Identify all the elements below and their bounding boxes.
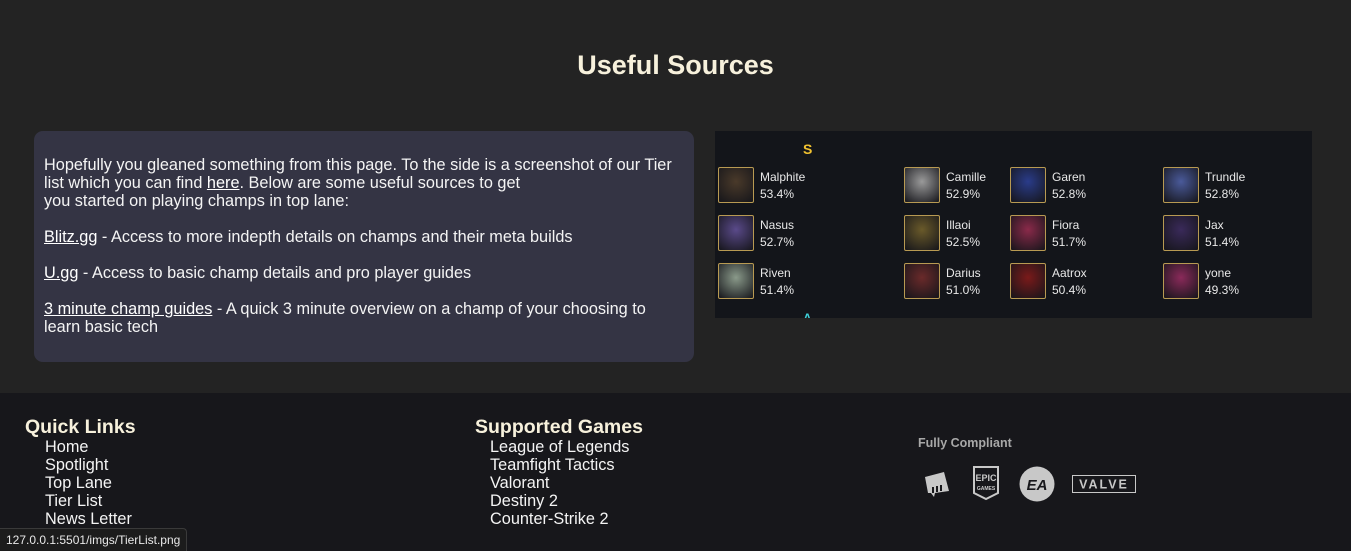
champion-portrait — [718, 215, 754, 251]
champion-portrait — [1010, 167, 1046, 203]
footer: Quick Links Home Spotlight Top Lane Tier… — [0, 393, 1351, 551]
browser-status-bar-url: 127.0.0.1:5501/imgs/TierList.png — [0, 528, 188, 551]
champion-name: Malphite — [760, 170, 806, 184]
compliance-label: Fully Compliant — [918, 436, 1012, 450]
champion-portrait — [718, 263, 754, 299]
champion-name: Darius — [946, 266, 981, 280]
supported-games-heading: Supported Games — [475, 416, 643, 438]
champion-name: Camille — [946, 170, 987, 184]
champion-win-rate: 52.7% — [760, 235, 795, 249]
champion-win-rate: 50.4% — [1052, 283, 1087, 297]
blitz-link[interactable]: Blitz.gg — [44, 228, 97, 246]
champion-win-rate: 53.4% — [760, 187, 795, 201]
champion-win-rate: 51.0% — [946, 283, 981, 297]
champion-portrait — [1010, 215, 1046, 251]
champion-win-rate: 51.4% — [1205, 235, 1240, 249]
ugg-link[interactable]: U.gg — [44, 264, 78, 282]
ea-logo: EA — [1019, 466, 1055, 502]
champ-guides-link[interactable]: 3 minute champ guides — [44, 300, 212, 318]
quick-link-tier-list[interactable]: Tier List — [45, 492, 136, 510]
champion-name: Garen — [1052, 170, 1086, 184]
valve-logo: VALVE — [1072, 475, 1136, 493]
champion-name: Aatrox — [1052, 266, 1087, 280]
quick-link-top-lane[interactable]: Top Lane — [45, 474, 136, 492]
champion-portrait — [1163, 167, 1199, 203]
champion-win-rate: 52.9% — [946, 187, 981, 201]
game-destiny-2[interactable]: Destiny 2 — [490, 492, 643, 510]
riot-games-logo — [925, 472, 949, 497]
champion-name: Illaoi — [946, 218, 971, 232]
champion-portrait — [1163, 263, 1199, 299]
quick-link-news-letter[interactable]: News Letter — [45, 510, 136, 528]
quick-links-heading: Quick Links — [25, 416, 136, 438]
epic-games-logo: EPIC GAMES — [973, 466, 999, 501]
source-item: U.gg - Access to basic champ details and… — [44, 264, 684, 282]
game-teamfight-tactics[interactable]: Teamfight Tactics — [490, 456, 643, 474]
game-counter-strike-2[interactable]: Counter-Strike 2 — [490, 510, 643, 528]
source-description: - Access to more indepth details on cham… — [97, 228, 573, 246]
champion-entry: yone 49.3% — [1163, 263, 1312, 303]
champion-win-rate: 52.8% — [1205, 187, 1240, 201]
champion-entry: Malphite 53.4% — [718, 167, 898, 207]
svg-text:EPIC: EPIC — [975, 473, 997, 483]
tier-list-screenshot[interactable]: S Malphite 53.4% Camille 52.9% Garen 52.8% Tru… — [715, 131, 1312, 318]
champion-name: Trundle — [1205, 170, 1246, 184]
champion-entry: Nasus 52.7% — [718, 215, 898, 255]
intro-text-cont: . Below are some useful sources to get — [239, 174, 521, 192]
champion-name: Riven — [760, 266, 791, 280]
champion-name: Fiora — [1052, 218, 1080, 232]
quick-link-spotlight[interactable]: Spotlight — [45, 456, 136, 474]
info-card: Hopefully you gleaned something from thi… — [34, 131, 694, 362]
champion-win-rate: 52.5% — [946, 235, 981, 249]
source-item: Blitz.gg - Access to more indepth detail… — [44, 228, 684, 246]
source-description: - Access to basic champ details and pro … — [78, 264, 472, 282]
champion-portrait — [904, 167, 940, 203]
champion-name: yone — [1205, 266, 1232, 280]
svg-text:GAMES: GAMES — [977, 486, 996, 492]
champion-portrait — [904, 215, 940, 251]
champion-name: Jax — [1205, 218, 1224, 232]
source-item: 3 minute champ guides - A quick 3 minute… — [44, 300, 684, 336]
champion-win-rate: 52.8% — [1052, 187, 1087, 201]
tier-list-here-link[interactable]: here — [207, 174, 240, 192]
game-league-of-legends[interactable]: League of Legends — [490, 438, 643, 456]
supported-games-section: Supported Games League of Legends Teamfi… — [475, 416, 643, 528]
quick-link-home[interactable]: Home — [45, 438, 136, 456]
quick-links-section: Quick Links Home Spotlight Top Lane Tier… — [25, 416, 136, 528]
tier-label-a: A — [803, 311, 812, 318]
champion-win-rate: 49.3% — [1205, 283, 1240, 297]
champion-portrait — [904, 263, 940, 299]
champion-entry: Riven 51.4% — [718, 263, 898, 303]
intro-paragraph: Hopefully you gleaned something from thi… — [44, 156, 684, 210]
champion-win-rate: 51.7% — [1052, 235, 1087, 249]
champion-portrait — [718, 167, 754, 203]
champion-win-rate: 51.4% — [760, 283, 795, 297]
champion-portrait — [1010, 263, 1046, 299]
game-valorant[interactable]: Valorant — [490, 474, 643, 492]
page-title: Useful Sources — [577, 50, 774, 80]
champion-entry: Jax 51.4% — [1163, 215, 1312, 255]
intro-text-end: you started on playing champs in top lan… — [44, 192, 350, 210]
svg-text:VALVE: VALVE — [1079, 478, 1129, 492]
champion-portrait — [1163, 215, 1199, 251]
tier-label-s: S — [803, 141, 813, 157]
svg-text:EA: EA — [1027, 477, 1048, 494]
champion-name: Nasus — [760, 218, 795, 232]
champion-entry: Trundle 52.8% — [1163, 167, 1312, 207]
